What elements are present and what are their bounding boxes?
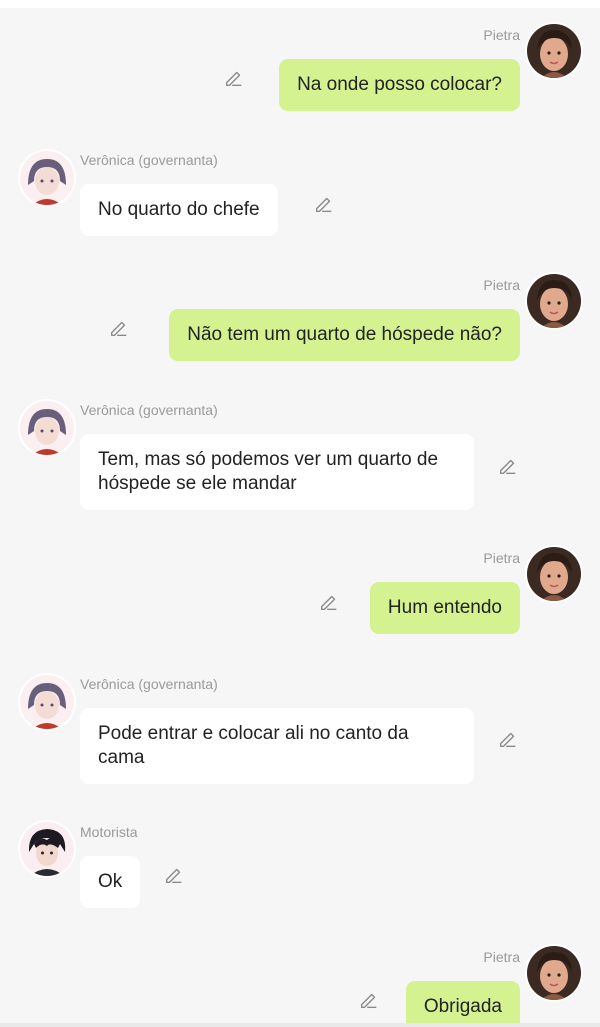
pencil-icon[interactable] (108, 317, 130, 339)
message-bubble: Obrigada (405, 981, 520, 1027)
sender-name: Motorista (80, 824, 138, 840)
sender-name: Pietra (483, 949, 520, 965)
message-bubble: Na onde posso colocar? (279, 59, 520, 111)
sender-name: Pietra (483, 277, 520, 293)
pencil-icon[interactable] (313, 193, 335, 215)
avatar-veronica[interactable] (20, 675, 74, 729)
avatar-motorista[interactable] (20, 822, 74, 876)
pencil-icon[interactable] (497, 455, 519, 477)
pencil-icon[interactable] (223, 67, 245, 89)
sender-name: Verônica (governanta) (80, 402, 218, 418)
sender-name: Verônica (governanta) (80, 152, 218, 168)
message-bubble: Ok (80, 856, 141, 908)
sender-name: Verônica (governanta) (80, 676, 218, 692)
message-bubble: Não tem um quarto de hóspede não? (169, 309, 520, 361)
avatar-pietra[interactable] (527, 274, 581, 328)
message-bubble: Hum entendo (369, 582, 520, 634)
avatar-pietra[interactable] (527, 24, 581, 78)
avatar-pietra[interactable] (527, 547, 581, 601)
avatar-veronica[interactable] (20, 401, 74, 455)
pencil-icon[interactable] (163, 864, 185, 886)
avatar-veronica[interactable] (20, 151, 74, 205)
message-bubble: Tem, mas só podemos ver um quarto de hós… (80, 434, 474, 510)
pencil-icon[interactable] (497, 728, 519, 750)
sender-name: Pietra (483, 550, 520, 566)
pencil-icon[interactable] (318, 591, 340, 613)
top-bar-edge (0, 0, 600, 8)
message-bubble: Pode entrar e colocar ali no canto da ca… (80, 708, 474, 784)
avatar-pietra[interactable] (527, 946, 581, 1000)
bottom-edge (0, 1023, 600, 1027)
message-bubble: No quarto do chefe (80, 184, 278, 236)
pencil-icon[interactable] (358, 989, 380, 1011)
sender-name: Pietra (483, 27, 520, 43)
